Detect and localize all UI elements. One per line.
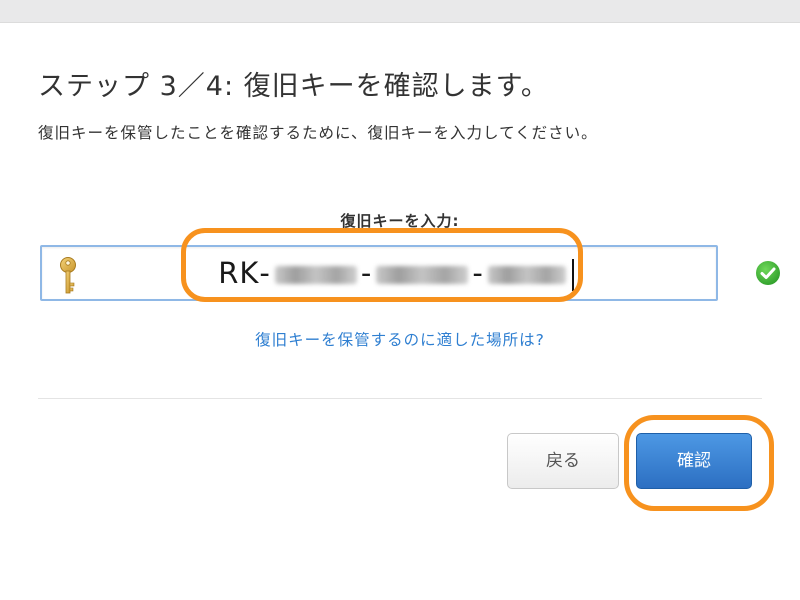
back-button[interactable]: 戻る <box>507 433 619 489</box>
instruction-text: 復旧キーを保管したことを確認するために、復旧キーを入力してください。 <box>38 124 598 142</box>
text-caret <box>571 259 574 291</box>
divider <box>38 398 762 399</box>
masked-key-segment <box>487 266 566 284</box>
key-separator: - <box>259 256 271 290</box>
confirm-button[interactable]: 確認 <box>636 433 752 489</box>
recovery-key-dialog: ステップ 3／4: 復旧キーを確認します。 復旧キーを保管したことを確認するため… <box>0 0 800 600</box>
recovery-key-prefix: RK <box>218 256 260 290</box>
recovery-key-label: 復旧キーを入力: <box>340 212 460 230</box>
masked-key-segment <box>376 266 469 284</box>
window-top-strip <box>0 0 800 23</box>
check-circle-icon <box>756 261 780 285</box>
recovery-key-storage-help-link[interactable]: 復旧キーを保管するのに適した場所は? <box>0 328 800 350</box>
recovery-key-value: RK- - - <box>42 247 716 299</box>
recovery-key-input[interactable]: RK- - - <box>40 245 718 301</box>
key-separator: - <box>472 256 484 290</box>
masked-key-segment <box>274 266 357 284</box>
page-title: ステップ 3／4: 復旧キーを確認します。 <box>38 71 549 102</box>
key-separator: - <box>360 256 373 290</box>
